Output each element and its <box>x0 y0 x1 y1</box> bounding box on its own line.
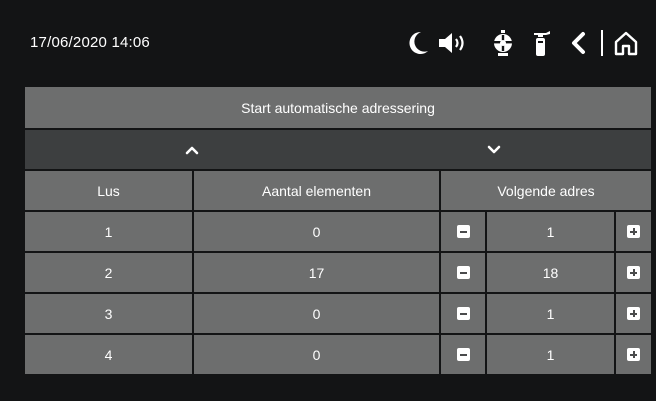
loop-value: 2 <box>104 264 113 281</box>
plus-icon <box>627 266 640 279</box>
table-row-count: 0 <box>194 294 439 333</box>
minus-icon <box>456 266 470 279</box>
header-next-address: Volgende adres <box>441 171 651 210</box>
decrement-button[interactable] <box>441 253 485 292</box>
table-row-loop: 1 <box>25 212 192 251</box>
increment-button[interactable] <box>616 253 651 292</box>
header-count: Aantal elementen <box>194 171 439 210</box>
count-value: 0 <box>312 346 321 363</box>
chevron-down-icon <box>487 145 501 153</box>
next-address-field[interactable]: 1 <box>487 294 614 333</box>
next-address-field[interactable]: 1 <box>487 335 614 374</box>
chevron-up-icon <box>185 146 199 154</box>
back-icon[interactable] <box>564 28 592 58</box>
header-loop-label: Lus <box>97 182 120 199</box>
table-row-loop: 4 <box>25 335 192 374</box>
start-addressing-label: Start automatische adressering <box>241 99 435 116</box>
speaker-icon[interactable] <box>436 28 470 58</box>
start-addressing-button[interactable]: Start automatische adressering <box>25 87 651 128</box>
minus-icon <box>456 348 470 361</box>
table-row-loop: 2 <box>25 253 192 292</box>
count-value: 17 <box>308 264 325 281</box>
count-value: 0 <box>312 305 321 322</box>
scroll-bar <box>25 130 651 169</box>
next-address-value: 1 <box>546 223 555 240</box>
increment-button[interactable] <box>616 294 651 333</box>
divider <box>601 30 603 56</box>
header-count-label: Aantal elementen <box>262 182 371 199</box>
plus-icon <box>627 307 640 320</box>
extinguisher-icon[interactable] <box>527 28 555 58</box>
next-address-value: 1 <box>546 305 555 322</box>
table-row-count: 0 <box>194 212 439 251</box>
increment-button[interactable] <box>616 212 651 251</box>
header-next-label: Volgende adres <box>497 182 595 199</box>
home-icon[interactable] <box>612 28 640 58</box>
moon-icon[interactable] <box>404 28 432 58</box>
loop-value: 1 <box>104 223 113 240</box>
count-value: 0 <box>312 223 321 240</box>
date-time: 17/06/2020 14:06 <box>30 34 150 51</box>
scroll-up-button[interactable] <box>170 130 214 169</box>
scroll-down-button[interactable] <box>472 130 516 169</box>
next-address-value: 1 <box>546 346 555 363</box>
header-loop: Lus <box>25 171 192 210</box>
loop-value: 4 <box>104 346 113 363</box>
table-row-count: 17 <box>194 253 439 292</box>
decrement-button[interactable] <box>441 294 485 333</box>
plus-icon <box>627 348 640 361</box>
decrement-button[interactable] <box>441 212 485 251</box>
table-row-loop: 3 <box>25 294 192 333</box>
loop-value: 3 <box>104 305 113 322</box>
alarm-bell-icon[interactable] <box>489 28 517 58</box>
plus-icon <box>627 225 640 238</box>
next-address-value: 18 <box>542 264 559 281</box>
status-bar: 17/06/2020 14:06 <box>0 0 656 86</box>
minus-icon <box>456 307 470 320</box>
increment-button[interactable] <box>616 335 651 374</box>
next-address-field[interactable]: 18 <box>487 253 614 292</box>
minus-icon <box>456 225 470 238</box>
decrement-button[interactable] <box>441 335 485 374</box>
table-row-count: 0 <box>194 335 439 374</box>
next-address-field[interactable]: 1 <box>487 212 614 251</box>
